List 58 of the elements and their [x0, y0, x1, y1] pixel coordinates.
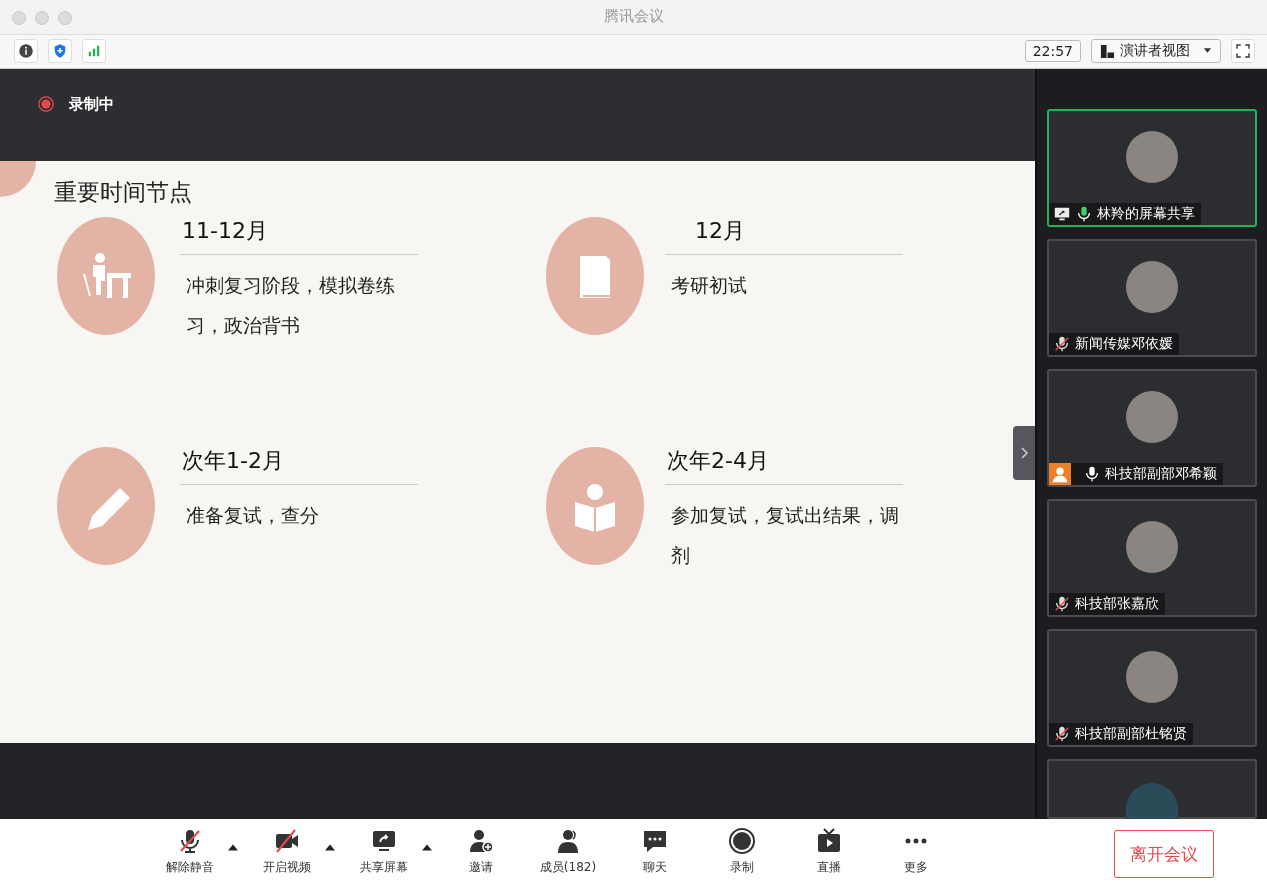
participant-name: 林羚的屏幕共享: [1097, 205, 1195, 224]
milestone-heading: 次年2-4月: [666, 447, 770, 476]
avatar-photo-placeholder: [1126, 391, 1178, 444]
toolbar-button[interactable]: 开启视频: [257, 826, 317, 876]
participant-name: 科技部张嘉欣: [1075, 595, 1159, 614]
toolbar-button[interactable]: 解除静音: [160, 826, 220, 876]
avatar-photo-placeholder: [1126, 131, 1178, 184]
participant-tile[interactable]: 科技部副部邓希颖: [1047, 369, 1257, 488]
recording-label: 录制中: [69, 95, 114, 115]
recording-icon: [37, 95, 55, 114]
caret-icon: [1203, 48, 1212, 55]
avatar-photo-placeholder: [1126, 261, 1178, 314]
desk-icon: [56, 216, 156, 337]
window-title: 腾讯会议: [603, 7, 664, 27]
participant-name: 新闻传媒邓依媛: [1075, 335, 1173, 354]
milestone-heading: 次年1-2月: [181, 447, 285, 476]
toolbar-button[interactable]: 聊天: [625, 826, 685, 876]
participant-tile[interactable]: 林羚的屏幕共享: [1047, 109, 1257, 228]
participant-tile[interactable]: 科技部张嘉欣: [1047, 499, 1257, 618]
avatar-photo-placeholder: [1126, 651, 1178, 704]
milestone-text: 冲刺复习阶段，模拟卷练习，政治背书: [185, 273, 396, 339]
signal-icon[interactable]: [82, 39, 106, 64]
pencil-icon: [56, 446, 156, 567]
milestone-heading: 12月: [694, 217, 746, 246]
avatar-photo-placeholder: [1126, 783, 1178, 820]
reader-icon: [545, 446, 645, 567]
toolbar-button[interactable]: 成员(182): [538, 826, 598, 876]
caret-icon[interactable]: [228, 843, 238, 851]
leave-meeting-button[interactable]: 离开会议: [1114, 830, 1214, 879]
view-dropdown[interactable]: 演讲者视图: [1091, 39, 1221, 64]
milestone-text: 考研初试: [670, 273, 748, 299]
info-icon[interactable]: [14, 39, 38, 64]
milestone-text: 参加复试，复试出结果，调剂: [670, 503, 900, 569]
milestone-heading: 11-12月: [181, 217, 269, 246]
collapse-panel-button[interactable]: [1013, 426, 1035, 481]
shield-icon[interactable]: [48, 39, 72, 64]
more-icon: [904, 836, 928, 845]
toolbar-button[interactable]: 邀请: [451, 826, 511, 876]
milestone-text: 准备复试，查分: [185, 503, 320, 529]
toolbar-button[interactable]: 录制: [712, 826, 772, 876]
caret-icon[interactable]: [422, 843, 432, 851]
participant-name: 科技部副部邓希颖: [1105, 465, 1217, 484]
toolbar-button[interactable]: 共享屏幕: [354, 826, 414, 876]
meeting-time: 22:57: [1024, 40, 1081, 63]
participant-tile[interactable]: [1047, 759, 1257, 820]
participant-name: 科技部副部杜铭贤: [1075, 725, 1187, 744]
toolbar-button[interactable]: 直播: [799, 826, 859, 876]
toolbar-button[interactable]: 更多: [886, 826, 946, 876]
tv-icon: [815, 826, 843, 855]
record-icon: [728, 826, 756, 855]
participant-tile[interactable]: 科技部副部杜铭贤: [1047, 629, 1257, 748]
avatar-photo-placeholder: [1126, 521, 1178, 574]
layout-icon: [1100, 44, 1115, 59]
caret-icon[interactable]: [325, 843, 335, 851]
book-icon: [545, 216, 645, 337]
participant-tile[interactable]: 新闻传媒邓依媛: [1047, 239, 1257, 358]
fullscreen-icon[interactable]: [1231, 39, 1255, 64]
slide-title: 重要时间节点: [54, 178, 193, 208]
